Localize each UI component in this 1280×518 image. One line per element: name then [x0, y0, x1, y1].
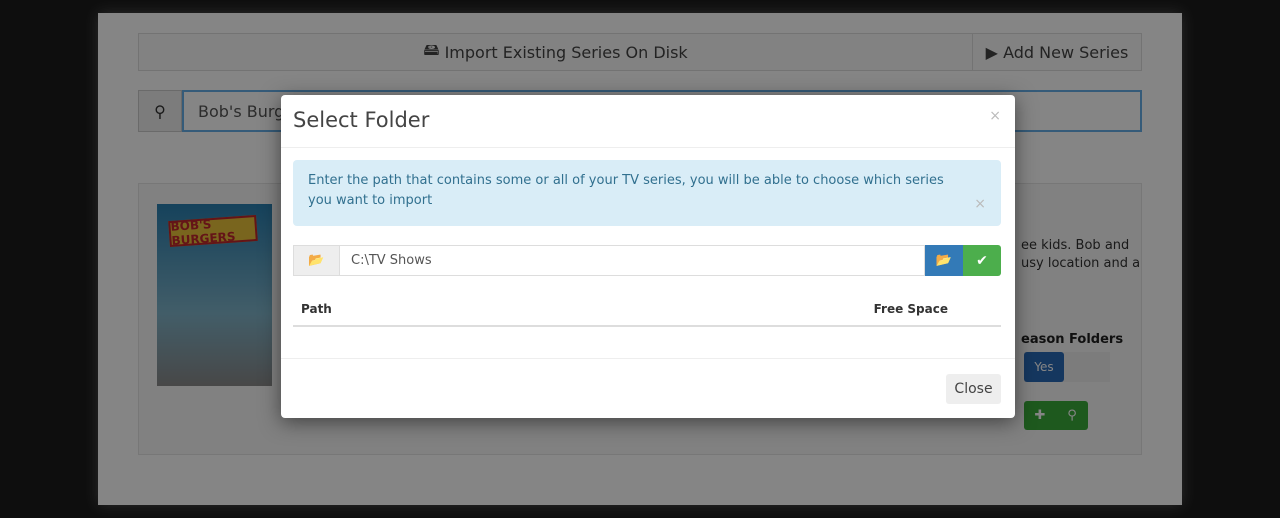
check-icon: ✔: [976, 252, 988, 269]
modal-title: Select Folder: [293, 108, 430, 132]
info-alert: Enter the path that contains some or all…: [293, 160, 1001, 226]
path-input[interactable]: C:\TV Shows: [340, 245, 925, 276]
path-input-group: 📂 C:\TV Shows 📂 ✔: [293, 245, 1001, 276]
close-icon[interactable]: ×: [989, 108, 1001, 124]
modal-footer: Close: [281, 358, 1015, 418]
folder-open-icon: 📂: [935, 253, 953, 268]
confirm-path-button[interactable]: ✔: [963, 245, 1001, 276]
folder-table-header: Path Free Space: [293, 298, 1001, 327]
close-button[interactable]: Close: [946, 374, 1001, 404]
column-free-space: Free Space: [873, 302, 948, 316]
browse-folder-button[interactable]: 📂: [925, 245, 963, 276]
alert-close-icon[interactable]: ×: [974, 194, 986, 214]
column-path: Path: [301, 302, 332, 316]
modal-header: Select Folder ×: [281, 95, 1015, 148]
folder-icon: 📂: [293, 245, 340, 276]
select-folder-modal: Select Folder × Enter the path that cont…: [281, 95, 1015, 418]
